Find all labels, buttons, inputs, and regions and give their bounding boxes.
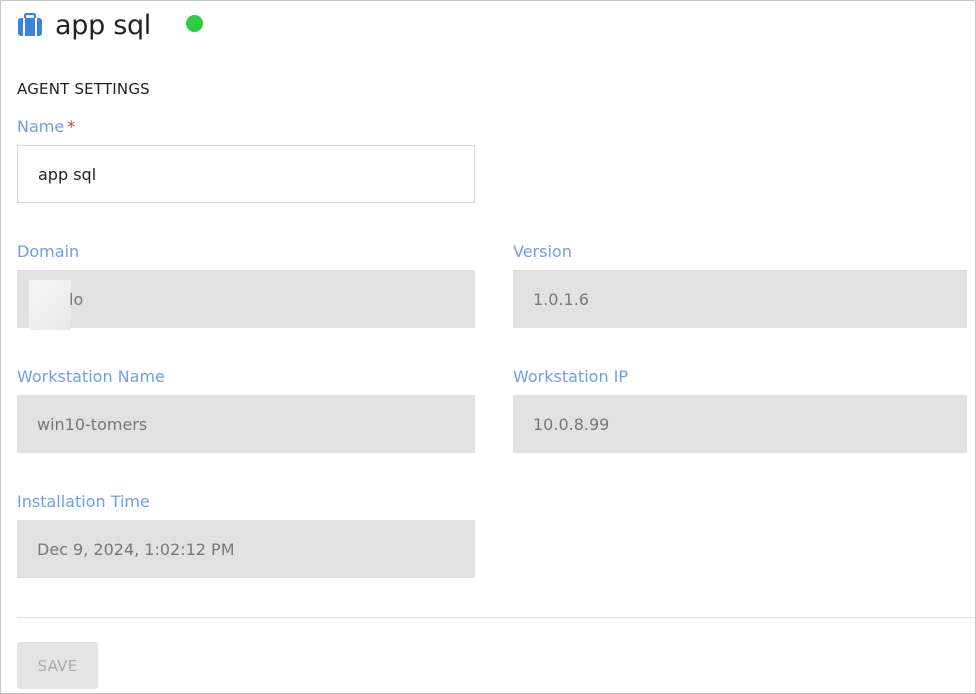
domain-label: Domain [17, 242, 80, 261]
installation-time-value: Dec 9, 2024, 1:02:12 PM [37, 539, 235, 559]
workstation-ip-value: 10.0.8.99 [533, 414, 610, 434]
required-mark: * [67, 117, 76, 136]
name-input[interactable]: app sql [17, 145, 475, 203]
page-title: app sql [55, 9, 152, 41]
redaction-patch [29, 280, 71, 330]
workstation-name-field: win10-tomers [17, 395, 475, 453]
briefcase-icon [18, 13, 42, 36]
save-button[interactable]: SAVE [17, 642, 98, 689]
version-field: 1.0.1.6 [513, 270, 967, 328]
divider [17, 617, 975, 618]
name-input-value: app sql [38, 164, 97, 184]
workstation-ip-label: Workstation IP [513, 367, 629, 386]
version-value: 1.0.1.6 [533, 289, 589, 309]
agent-settings-panel: app sql AGENT SETTINGS Name * app sql Dom… [0, 0, 976, 694]
installation-time-field: Dec 9, 2024, 1:02:12 PM [17, 520, 475, 578]
workstation-name-label: Workstation Name [17, 367, 165, 386]
workstation-ip-field: 10.0.8.99 [513, 395, 967, 453]
page-header: app sql [17, 5, 151, 45]
installation-time-label: Installation Time [17, 492, 150, 511]
domain-field: lo [17, 270, 475, 330]
status-indicator [186, 15, 203, 32]
workstation-name-value: win10-tomers [37, 414, 148, 434]
section-title: AGENT SETTINGS [17, 80, 150, 98]
version-label: Version [513, 242, 572, 261]
domain-value: lo [69, 289, 84, 309]
name-label: Name * [17, 117, 76, 136]
